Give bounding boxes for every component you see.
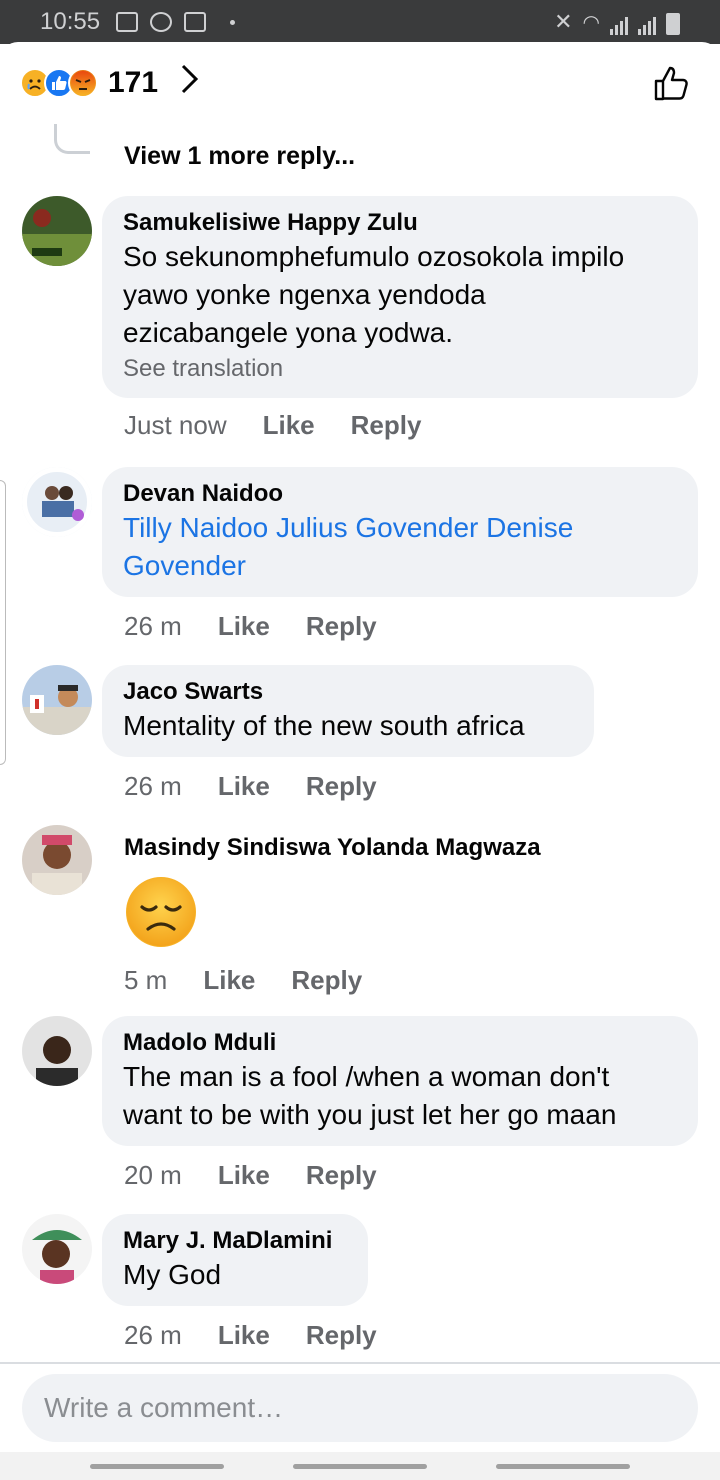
comment-input-placeholder: Write a comment… (44, 1392, 284, 1423)
avatar[interactable] (22, 665, 92, 735)
comment-time: 20 m (124, 1160, 182, 1190)
comment-text-line: So sekunomphefumulo ozosokola impilo (123, 241, 625, 272)
status-time: 10:55 (40, 8, 101, 35)
comment-text-line: ezicabangele yona yodwa. (123, 317, 454, 348)
like-comment-button[interactable]: Like (218, 611, 270, 642)
messenger-icon (150, 12, 173, 32)
comment-author[interactable]: Devan Naidoo (123, 479, 678, 509)
comment-time: 26 m (124, 771, 182, 801)
system-nav-bar (0, 1452, 720, 1480)
reaction-count[interactable]: 171 (108, 66, 158, 100)
comment-text-line: yawo yonke ngenxa yendoda (123, 279, 486, 310)
comment-bubble[interactable]: Devan Naidoo Tilly Naidoo Julius Govende… (102, 467, 698, 597)
like-comment-button[interactable]: Like (218, 1160, 270, 1191)
signal-2-icon (638, 15, 656, 35)
comment-time: 5 m (124, 965, 168, 995)
reaction-icons[interactable] (20, 68, 98, 98)
comments-sheet: 171 View 1 more reply... Samukelisiwe Ha… (0, 42, 720, 1480)
comment-actions: 26 m Like Reply (124, 1320, 377, 1351)
like-post-button[interactable] (652, 63, 692, 103)
like-comment-button[interactable]: Like (218, 771, 270, 802)
status-right-icons: ✕ ◠ (554, 9, 680, 35)
comment-text-line: The man is a fool /when a woman don't (123, 1061, 610, 1092)
more-notifications-icon (230, 19, 236, 25)
nav-back-indicator[interactable] (496, 1464, 630, 1469)
tagged-users-line[interactable]: Govender (123, 547, 678, 585)
comment-text-line: Mentality of the new south africa (123, 710, 525, 741)
disappointed-face-emoji (126, 877, 196, 947)
tagged-users-line[interactable]: Tilly Naidoo Julius Govender Denise (123, 509, 678, 547)
wifi-icon: ◠ (582, 12, 600, 34)
comment-author[interactable]: Jaco Swarts (123, 677, 574, 707)
thread-connector (54, 124, 90, 154)
scrollbar[interactable] (0, 480, 6, 765)
like-comment-button[interactable]: Like (263, 410, 315, 441)
comment-actions: 20 m Like Reply (124, 1160, 377, 1191)
reply-comment-button[interactable]: Reply (306, 1320, 377, 1351)
reply-comment-button[interactable]: Reply (306, 771, 377, 802)
reply-comment-button[interactable]: Reply (291, 965, 362, 996)
composer-divider (0, 1362, 720, 1364)
avatar[interactable] (22, 825, 92, 895)
status-bar: 10:55 ✕ ◠ (0, 0, 720, 44)
comment-time: Just now (124, 410, 227, 440)
comment-author[interactable]: Madolo Mduli (123, 1028, 678, 1058)
nav-home-indicator[interactable] (293, 1464, 427, 1469)
avatar[interactable] (22, 467, 92, 537)
mute-icon: ✕ (554, 9, 573, 34)
comment-bubble[interactable]: Samukelisiwe Happy Zulu So sekunomphefum… (102, 196, 698, 398)
comment-text-line: My God (123, 1259, 222, 1290)
comment-time: 26 m (124, 611, 182, 641)
comment-author[interactable]: Samukelisiwe Happy Zulu (123, 208, 678, 238)
like-comment-button[interactable]: Like (218, 1320, 270, 1351)
comment-bubble[interactable]: Jaco Swarts Mentality of the new south a… (102, 665, 594, 757)
reply-comment-button[interactable]: Reply (306, 1160, 377, 1191)
see-translation-link[interactable]: See translation (123, 352, 678, 386)
avatar[interactable] (22, 196, 92, 266)
comment-author[interactable]: Masindy Sindiswa Yolanda Magwaza (124, 833, 541, 863)
avatar[interactable] (22, 1016, 92, 1086)
chevron-right-icon[interactable] (180, 63, 200, 104)
cast-icon (184, 12, 207, 32)
like-comment-button[interactable]: Like (203, 965, 255, 996)
reactions-header[interactable]: 171 (0, 42, 720, 124)
angry-reaction-icon (68, 68, 98, 98)
comment-time: 26 m (124, 1320, 182, 1350)
comment-bubble[interactable]: Mary J. MaDlamini My God (102, 1214, 368, 1306)
comment-actions: 5 m Like Reply (124, 965, 362, 996)
comment-bubble[interactable]: Madolo Mduli The man is a fool /when a w… (102, 1016, 698, 1146)
view-more-replies-link[interactable]: View 1 more reply... (124, 142, 355, 171)
comment-actions: 26 m Like Reply (124, 611, 377, 642)
reply-comment-button[interactable]: Reply (306, 611, 377, 642)
gallery-icon (116, 12, 139, 32)
battery-icon (666, 13, 680, 35)
comment-actions: 26 m Like Reply (124, 771, 377, 802)
reply-comment-button[interactable]: Reply (351, 410, 422, 441)
thumbs-up-icon (654, 66, 688, 101)
nav-recents-indicator[interactable] (90, 1464, 224, 1469)
comment-input[interactable]: Write a comment… (22, 1374, 698, 1442)
comment-actions: Just now Like Reply (124, 410, 421, 441)
signal-icon (610, 15, 628, 35)
comment-author[interactable]: Mary J. MaDlamini (123, 1226, 348, 1256)
comment-text-line: want to be with you just let her go maan (123, 1099, 617, 1130)
status-icons (116, 12, 236, 32)
avatar[interactable] (22, 1214, 92, 1284)
